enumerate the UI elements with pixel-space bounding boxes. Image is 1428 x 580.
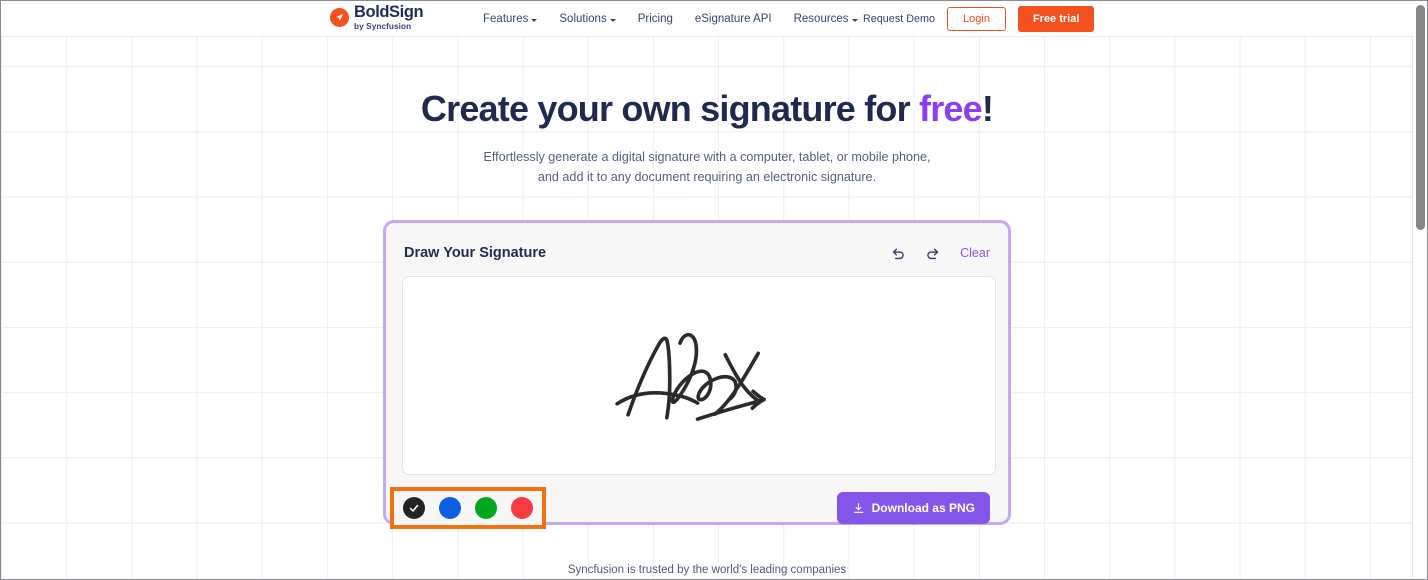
hero-subtitle: Effortlessly generate a digital signatur… (1, 148, 1413, 187)
paper-plane-icon (330, 7, 349, 27)
nav-label: Features (483, 13, 529, 25)
nav-label: Resources (793, 13, 849, 25)
download-png-button[interactable]: Download as PNG (836, 492, 990, 524)
browser-viewport: BoldSign by Syncfusion Features Solution… (0, 0, 1428, 580)
clear-button[interactable]: Clear (960, 246, 990, 260)
signature-card: Draw Your Signature Clear Download as PN… (383, 220, 1011, 529)
signature-canvas[interactable] (402, 276, 996, 475)
undo-icon[interactable] (890, 245, 907, 262)
color-swatch-green[interactable] (475, 497, 497, 519)
nav-item-resources[interactable]: Resources (794, 13, 858, 25)
nav-item-features[interactable]: Features (483, 13, 538, 25)
page-title: Create your own signature for free! (1, 87, 1413, 130)
signature-card-header: Draw Your Signature Clear (402, 241, 992, 265)
nav-actions: Request Demo Login Free trial (863, 1, 1095, 37)
trust-text: Syncfusion is trusted by the world's lea… (567, 564, 847, 576)
title-text-2: ! (981, 88, 994, 129)
color-swatch-red[interactable] (511, 497, 533, 519)
nav-item-pricing[interactable]: Pricing (638, 13, 673, 25)
nav-label: Solutions (559, 13, 607, 25)
color-swatch-black[interactable] (403, 497, 425, 519)
nav-item-solutions[interactable]: Solutions (559, 13, 616, 25)
vertical-scrollbar[interactable] (1412, 1, 1427, 579)
logo-tagline: by Syncfusion (354, 21, 412, 31)
logo-name: BoldSign (354, 3, 424, 21)
request-demo-link[interactable]: Request Demo (863, 13, 935, 25)
hero-section: Create your own signature for free! Effo… (1, 87, 1413, 187)
nav-label: eSignature API (694, 13, 772, 25)
scrollbar-thumb[interactable] (1416, 5, 1425, 230)
signature-tools: Clear (890, 245, 990, 262)
signature-card-footer: Download as PNG (390, 487, 992, 529)
subtitle-line-2: and add it to any document requiring an … (537, 169, 877, 184)
download-button-label: Download as PNG (871, 501, 975, 515)
subtitle-line-1: Effortlessly generate a digital signatur… (483, 150, 931, 165)
chevron-down-icon (851, 18, 858, 22)
chevron-down-icon (531, 18, 538, 22)
title-text-1: Create your own signature for (420, 88, 920, 129)
color-picker-group (390, 487, 546, 529)
title-accent: free (919, 88, 983, 129)
free-trial-button[interactable]: Free trial (1017, 6, 1095, 32)
signature-drawing (615, 332, 766, 421)
nav-label: Pricing (637, 13, 673, 25)
redo-icon[interactable] (924, 245, 941, 262)
nav-links: Features Solutions Pricing eSignature AP… (483, 1, 858, 37)
download-icon (853, 502, 864, 513)
boldsign-logo[interactable]: BoldSign by Syncfusion (330, 3, 424, 31)
login-button[interactable]: Login (947, 7, 1006, 31)
check-icon (409, 504, 419, 512)
chevron-down-icon (609, 18, 616, 22)
signature-card-title: Draw Your Signature (404, 245, 547, 261)
top-navigation-bar: BoldSign by Syncfusion Features Solution… (1, 1, 1413, 37)
nav-item-esignature-api[interactable]: eSignature API (695, 13, 772, 25)
color-swatch-blue[interactable] (439, 497, 461, 519)
